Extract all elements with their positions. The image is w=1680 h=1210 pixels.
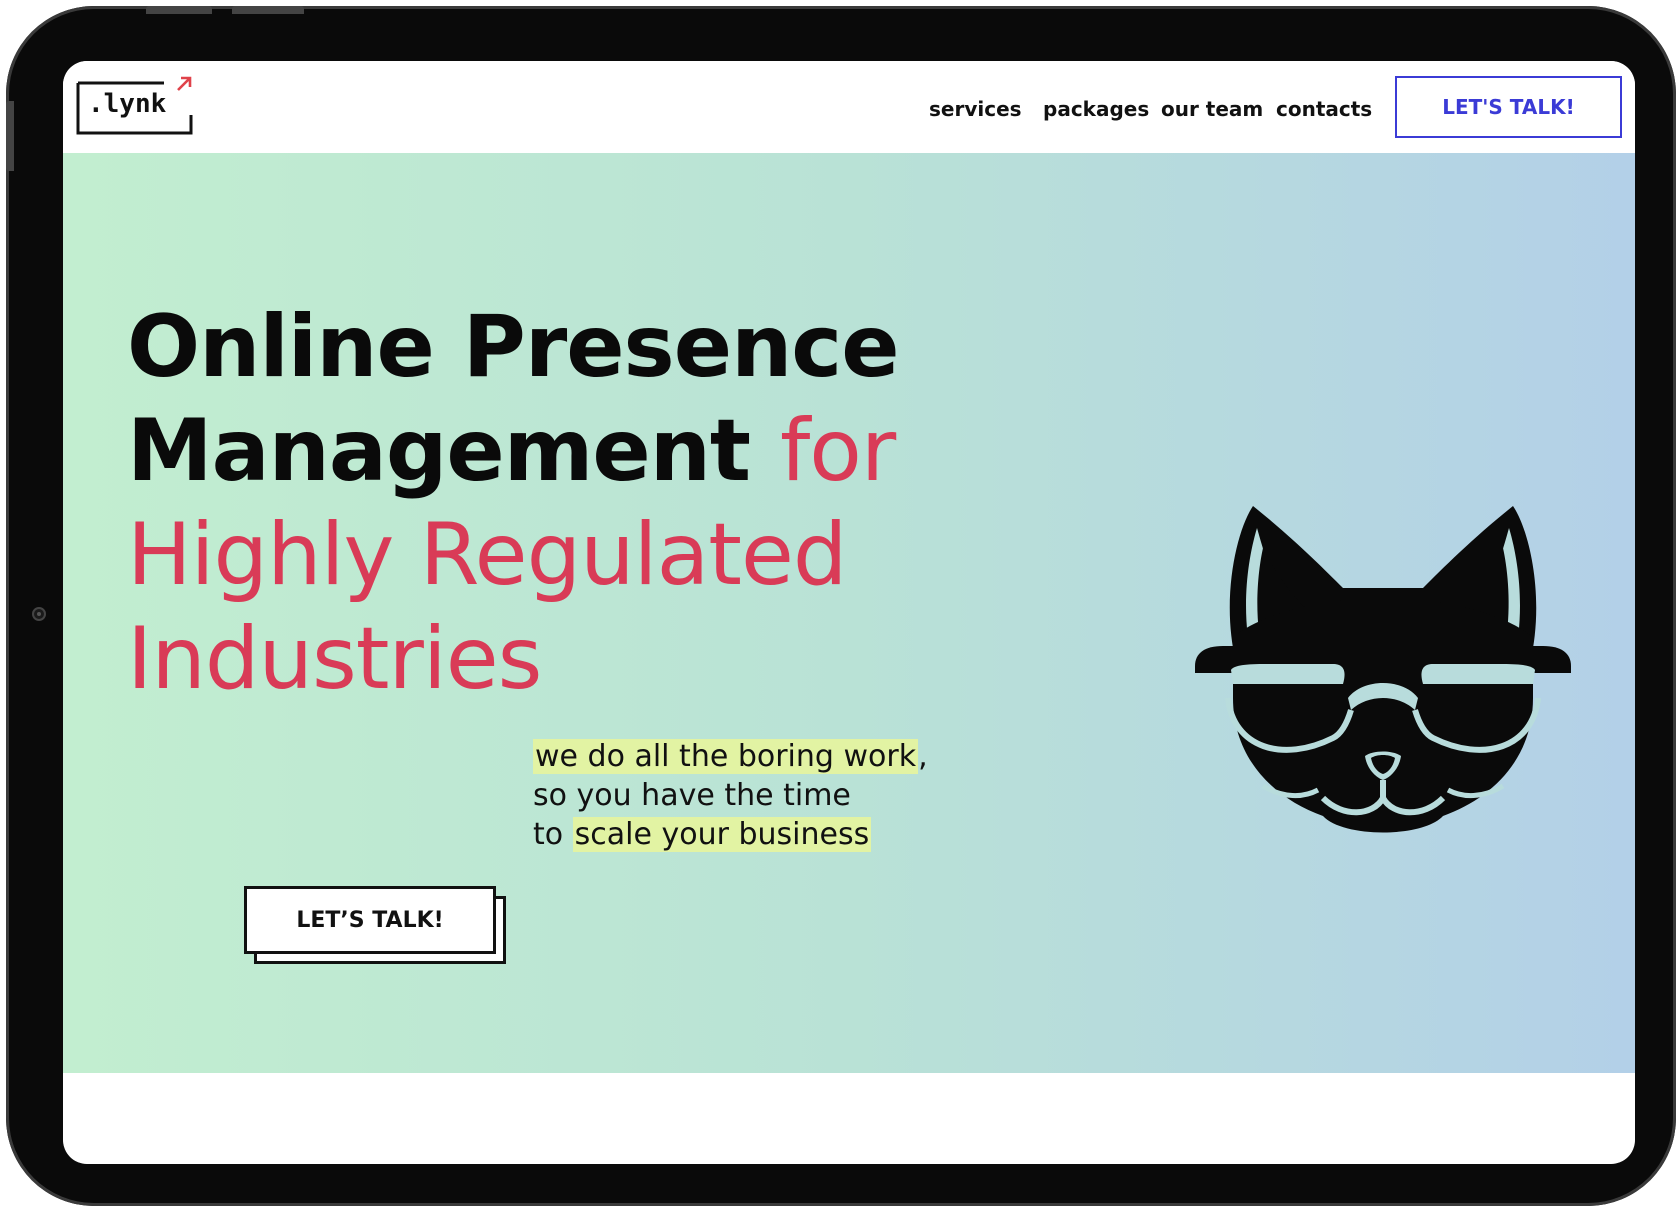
nav-lets-talk-button[interactable]: LET'S TALK! xyxy=(1395,76,1622,138)
camera-icon xyxy=(32,607,46,621)
tagline-comma: , xyxy=(918,739,928,774)
tagline-prefix-3: to xyxy=(533,817,564,852)
headline-line-3: Highly Regulated xyxy=(127,505,847,605)
hero-tagline: we do all the boring work, so you have t… xyxy=(533,737,993,854)
side-button xyxy=(6,101,14,171)
headline-line-2-accent: for xyxy=(780,401,896,501)
nav-link-packages[interactable]: packages xyxy=(1043,97,1149,121)
headline-line-1: Online Presence xyxy=(127,297,900,397)
tagline-line-2: so you have the time xyxy=(533,778,851,813)
tagline-highlight-1: we do all the boring work xyxy=(533,739,919,774)
nav-link-services[interactable]: services xyxy=(929,97,1022,121)
screen: .lynk services packages our team contact… xyxy=(63,61,1635,1164)
hero-headline: Online Presence Management for Highly Re… xyxy=(127,295,1027,711)
headline-line-2-dark: Management xyxy=(127,401,751,501)
nav-link-our-team[interactable]: our team xyxy=(1161,97,1263,121)
arrow-up-right-icon xyxy=(177,76,192,91)
logo-text: .lynk xyxy=(88,89,167,119)
hero-lets-talk-button[interactable]: LET’S TALK! xyxy=(244,886,496,954)
logo[interactable]: .lynk xyxy=(76,76,194,135)
hero-section: Online Presence Management for Highly Re… xyxy=(63,153,1635,1073)
navbar: .lynk services packages our team contact… xyxy=(63,61,1635,153)
top-button-2 xyxy=(232,6,304,14)
cat-with-sunglasses-icon xyxy=(1195,506,1571,833)
tagline-highlight-3: scale your business xyxy=(572,817,872,852)
top-button-1 xyxy=(146,6,212,14)
tablet-frame: .lynk services packages our team contact… xyxy=(6,6,1676,1206)
nav-link-contacts[interactable]: contacts xyxy=(1276,97,1372,121)
hero-cta-wrapper: LET’S TALK! xyxy=(244,886,508,966)
headline-line-4: Industries xyxy=(127,609,542,709)
